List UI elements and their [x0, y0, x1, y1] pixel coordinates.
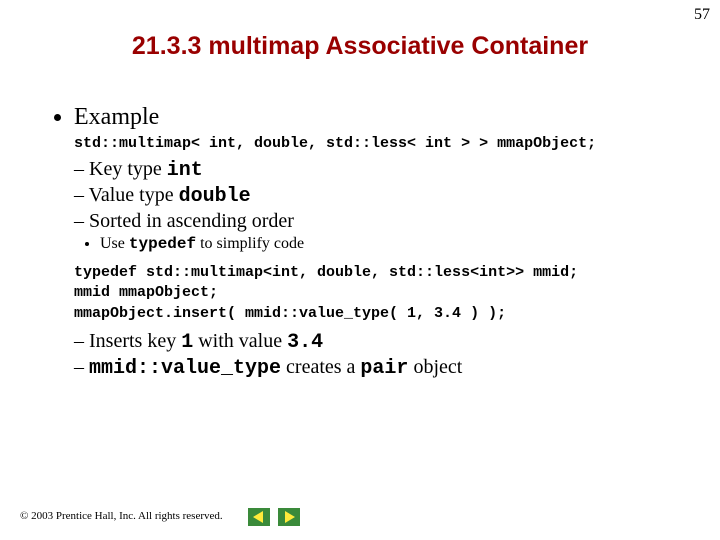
code-block: typedef std::multimap<int, double, std::…	[74, 263, 680, 324]
sub-bullet-typedef: Use typedef to simplify code	[100, 235, 680, 253]
bullet-text: Key type	[89, 158, 167, 180]
inline-code: 3.4	[287, 331, 323, 354]
example-heading: Example	[74, 104, 680, 131]
slide-content: Example std::multimap< int, double, std:…	[52, 104, 680, 380]
bullet-text: Inserts key	[89, 330, 181, 352]
page-number: 57	[694, 6, 710, 24]
bullet-text: Value type	[89, 184, 179, 206]
prev-button[interactable]	[248, 508, 270, 526]
bullet-value-type: Value type double	[74, 184, 680, 208]
arrow-right-icon	[278, 508, 300, 526]
inline-code: 1	[181, 331, 193, 354]
bullet-key-type: Key type int	[74, 158, 680, 182]
bullet-text: Sorted in ascending order	[89, 210, 294, 232]
copyright-footer: © 2003 Prentice Hall, Inc. All rights re…	[20, 510, 223, 522]
bullet-value-type-creates: mmid::value_type creates a pair object	[74, 356, 680, 380]
sub-bullet-prefix: Use	[100, 235, 129, 252]
slide-title: 21.3.3 multimap Associative Container	[0, 32, 720, 61]
bullet-text: object	[408, 356, 462, 378]
bullet-sorted: Sorted in ascending order	[74, 210, 680, 233]
bullet-text: creates a	[281, 356, 360, 378]
next-button[interactable]	[278, 508, 300, 526]
arrow-left-icon	[248, 508, 270, 526]
inline-code: double	[179, 185, 251, 208]
inline-code: pair	[360, 357, 408, 380]
bullet-text: with value	[193, 330, 287, 352]
slide-nav	[248, 508, 304, 526]
sub-bullet-suffix: to simplify code	[196, 235, 304, 252]
inline-code: int	[167, 159, 203, 182]
declaration-line: std::multimap< int, double, std::less< i…	[74, 135, 680, 152]
inline-code: mmid::value_type	[89, 357, 281, 380]
bullet-inserts: Inserts key 1 with value 3.4	[74, 330, 680, 354]
inline-code: typedef	[129, 235, 196, 253]
